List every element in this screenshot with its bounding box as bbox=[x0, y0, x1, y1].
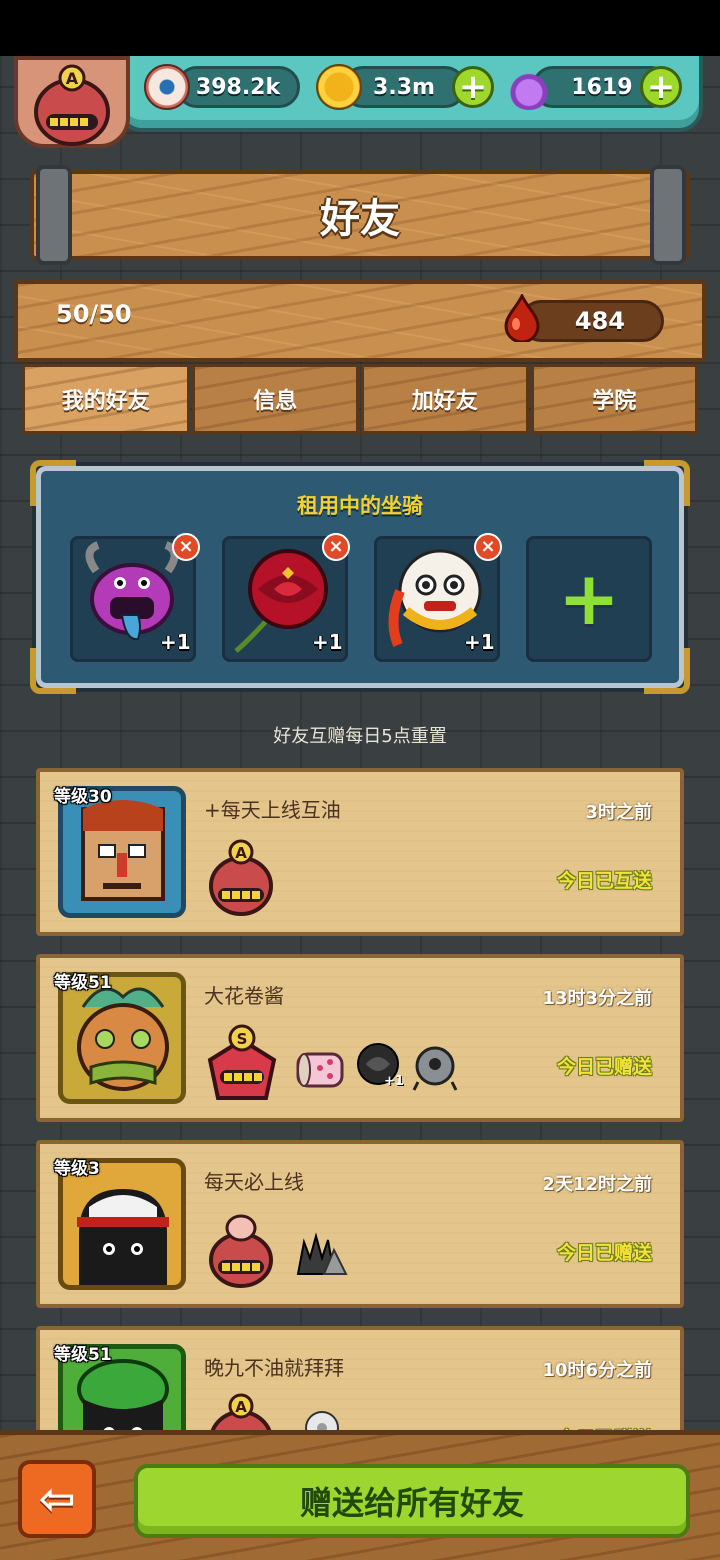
svg-text:A: A bbox=[235, 844, 247, 862]
rank-a-badge-icon: A bbox=[209, 839, 273, 916]
svg-text:S: S bbox=[237, 1030, 248, 1048]
spiky-machine-icon bbox=[296, 1232, 348, 1275]
page-title: 好友 bbox=[320, 196, 400, 242]
friend-name: 每天必上线 bbox=[204, 1170, 304, 1194]
gift-reset-note: 好友互赠每日5点重置 bbox=[273, 726, 447, 747]
tab-academy[interactable]: 学院 bbox=[530, 364, 698, 434]
rank-a-badge-icon: A bbox=[34, 64, 110, 146]
feathered-bear-portrait-icon bbox=[77, 987, 169, 1091]
friend-card[interactable]: 等级30 +每天上线互油 3时之前 A 今日已互送 bbox=[36, 768, 684, 936]
remove-mount-1-button[interactable]: × bbox=[172, 533, 200, 561]
send-to-all-friends-button[interactable]: 赠送给所有好友 bbox=[134, 1464, 690, 1538]
friend-name: +每天上线互油 bbox=[204, 798, 341, 822]
remove-mount-2-button[interactable]: × bbox=[322, 533, 350, 561]
friend-last-online: 13时3分之前 bbox=[542, 988, 652, 1009]
friend-name: 大花卷酱 bbox=[204, 984, 284, 1008]
add-mount-slot[interactable]: + bbox=[526, 536, 652, 662]
close-icon: × bbox=[178, 536, 194, 557]
friend-card[interactable]: 等级3 每天必上线 2天12时之前 今日已赠送 bbox=[36, 1140, 684, 1308]
friend-tabs: 我的好友 信息 加好友 学院 bbox=[22, 364, 698, 434]
black-blob-portrait-icon bbox=[77, 1189, 169, 1285]
status-bar bbox=[0, 0, 720, 56]
friend-last-online: 10时6分之前 bbox=[542, 1360, 652, 1381]
pink-drum-icon bbox=[296, 1052, 344, 1088]
gift-status: 今日已赠送 bbox=[556, 1242, 652, 1264]
item-bonus: +1 bbox=[384, 1074, 404, 1089]
friend-card[interactable]: 等级51 大花卷酱 13时3分之前 S +1 今日已赠送 bbox=[36, 954, 684, 1122]
blood-drop-amount: 484 bbox=[574, 307, 625, 335]
rank-s-badge-icon: S bbox=[207, 1024, 277, 1100]
add-potions-button[interactable]: + bbox=[640, 66, 682, 108]
svg-text:A: A bbox=[235, 1398, 247, 1416]
tab-add-friend[interactable]: 加好友 bbox=[361, 364, 529, 434]
send-all-label: 赠送给所有好友 bbox=[299, 1484, 524, 1522]
gift-status: 今日已互送 bbox=[556, 870, 652, 892]
friend-level: 等级51 bbox=[54, 1345, 112, 1365]
plus-icon: + bbox=[458, 67, 488, 107]
potion-amount: 1619 bbox=[571, 74, 633, 100]
friend-name: 晚九不油就拜拜 bbox=[204, 1356, 344, 1380]
friend-level: 等级30 bbox=[54, 787, 112, 807]
friend-level: 等级3 bbox=[54, 1159, 100, 1179]
grey-robot-icon bbox=[412, 1046, 458, 1091]
mount-bonus-2: +1 bbox=[312, 630, 343, 654]
eyeball-icon bbox=[144, 64, 190, 110]
blood-drop-icon bbox=[504, 294, 540, 342]
brain-badge-icon bbox=[209, 1214, 273, 1288]
coin-icon bbox=[316, 64, 362, 110]
friend-last-online: 3时之前 bbox=[585, 802, 652, 823]
eyeball-currency: 398.2k bbox=[176, 66, 300, 108]
coin-amount: 3.3m bbox=[373, 74, 435, 100]
friend-level: 等级51 bbox=[54, 973, 112, 993]
mount-bonus-1: +1 bbox=[160, 630, 191, 654]
friend-count: 50/50 bbox=[56, 300, 132, 328]
close-icon: × bbox=[480, 536, 496, 557]
add-coins-button[interactable]: + bbox=[452, 66, 494, 108]
potion-icon bbox=[506, 64, 552, 110]
mounts-title: 租用中的坐骑 bbox=[297, 494, 423, 518]
gift-status: 今日已赠送 bbox=[556, 1056, 652, 1078]
plus-icon: + bbox=[557, 556, 620, 642]
friend-last-online: 2天12时之前 bbox=[542, 1174, 652, 1195]
svg-text:A: A bbox=[66, 69, 79, 88]
eyeball-amount: 398.2k bbox=[195, 74, 281, 100]
tab-messages[interactable]: 信息 bbox=[191, 364, 359, 434]
blockhead-portrait-icon bbox=[81, 800, 165, 901]
mount-bonus-3: +1 bbox=[464, 630, 495, 654]
back-button[interactable]: ⇦ bbox=[18, 1460, 96, 1538]
remove-mount-3-button[interactable]: × bbox=[474, 533, 502, 561]
back-arrow-icon: ⇦ bbox=[38, 1473, 76, 1525]
player-avatar[interactable]: A bbox=[14, 56, 130, 148]
plus-icon: + bbox=[646, 67, 676, 107]
tab-my-friends[interactable]: 我的好友 bbox=[22, 364, 190, 434]
close-icon: × bbox=[328, 536, 344, 557]
